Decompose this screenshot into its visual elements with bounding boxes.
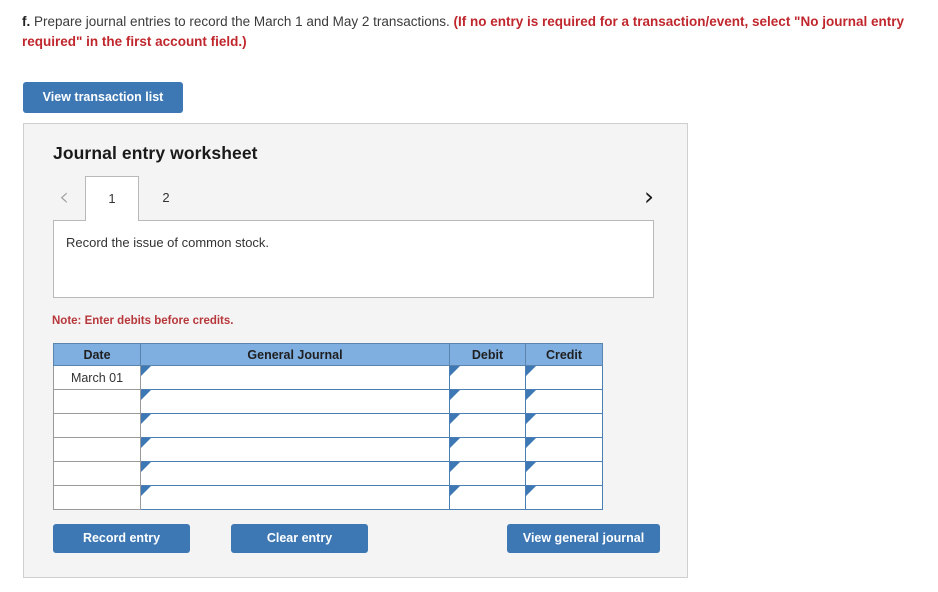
- table-row: [53, 437, 603, 462]
- dropdown-triangle-icon: [141, 390, 151, 400]
- cell-credit-4[interactable]: [525, 461, 603, 486]
- table-header-row: Date General Journal Debit Credit: [53, 343, 603, 366]
- view-transaction-list-button[interactable]: View transaction list: [23, 82, 183, 113]
- dropdown-triangle-icon: [141, 414, 151, 424]
- dropdown-triangle-icon: [141, 486, 151, 496]
- cell-journal-1[interactable]: [140, 389, 450, 414]
- cell-debit-1[interactable]: [449, 389, 526, 414]
- cell-credit-1[interactable]: [525, 389, 603, 414]
- question-prompt: f. Prepare journal entries to record the…: [22, 12, 934, 52]
- dropdown-triangle-icon: [141, 438, 151, 448]
- journal-entry-table: Date General Journal Debit Credit March …: [53, 343, 603, 510]
- cell-date-4[interactable]: [53, 461, 141, 486]
- transaction-description-text: Record the issue of common stock.: [66, 235, 270, 250]
- table-row: [53, 413, 603, 438]
- dropdown-triangle-icon: [526, 390, 536, 400]
- question-letter: f.: [22, 14, 31, 29]
- cell-date-3[interactable]: [53, 437, 141, 462]
- dropdown-triangle-icon: [450, 438, 460, 448]
- cell-debit-5[interactable]: [449, 485, 526, 510]
- dropdown-triangle-icon: [526, 366, 536, 376]
- cell-credit-0[interactable]: [525, 365, 603, 390]
- table-row: March 01: [53, 365, 603, 390]
- cell-debit-2[interactable]: [449, 413, 526, 438]
- dropdown-triangle-icon: [526, 462, 536, 472]
- dropdown-triangle-icon: [450, 486, 460, 496]
- cell-journal-4[interactable]: [140, 461, 450, 486]
- cell-credit-5[interactable]: [525, 485, 603, 510]
- transaction-description-box: Record the issue of common stock.: [53, 220, 654, 298]
- cell-date-1[interactable]: [53, 389, 141, 414]
- dropdown-triangle-icon: [526, 414, 536, 424]
- dropdown-triangle-icon: [450, 390, 460, 400]
- tab-page-2[interactable]: 2: [139, 176, 193, 220]
- dropdown-triangle-icon: [450, 462, 460, 472]
- dropdown-triangle-icon: [526, 438, 536, 448]
- panel-title: Journal entry worksheet: [53, 143, 258, 163]
- header-credit: Credit: [525, 343, 603, 366]
- cell-journal-0[interactable]: [140, 365, 450, 390]
- dropdown-triangle-icon: [450, 366, 460, 376]
- cell-credit-3[interactable]: [525, 437, 603, 462]
- cell-debit-3[interactable]: [449, 437, 526, 462]
- table-row: [53, 461, 603, 486]
- cell-debit-0[interactable]: [449, 365, 526, 390]
- chevron-left-icon[interactable]: ‹: [53, 182, 75, 212]
- cell-journal-3[interactable]: [140, 437, 450, 462]
- cell-date-2[interactable]: [53, 413, 141, 438]
- header-date: Date: [53, 343, 141, 366]
- table-row: [53, 485, 603, 510]
- worksheet-tabstrip: ‹ 1 2 ›: [53, 176, 660, 223]
- debits-before-credits-note: Note: Enter debits before credits.: [52, 315, 234, 327]
- question-black-text: Prepare journal entries to record the Ma…: [30, 14, 454, 29]
- cell-credit-2[interactable]: [525, 413, 603, 438]
- dropdown-triangle-icon: [141, 462, 151, 472]
- cell-date-5[interactable]: [53, 485, 141, 510]
- cell-date-0[interactable]: March 01: [53, 365, 141, 390]
- dropdown-triangle-icon: [526, 486, 536, 496]
- dropdown-triangle-icon: [141, 366, 151, 376]
- clear-entry-button[interactable]: Clear entry: [231, 524, 368, 553]
- journal-entry-worksheet-panel: Journal entry worksheet ‹ 1 2 › Record t…: [23, 123, 688, 578]
- cell-journal-2[interactable]: [140, 413, 450, 438]
- view-general-journal-button[interactable]: View general journal: [507, 524, 660, 553]
- table-row: [53, 389, 603, 414]
- chevron-right-icon[interactable]: ›: [638, 182, 660, 212]
- tab-page-1[interactable]: 1: [85, 176, 139, 221]
- cell-debit-4[interactable]: [449, 461, 526, 486]
- cell-journal-5[interactable]: [140, 485, 450, 510]
- record-entry-button[interactable]: Record entry: [53, 524, 190, 553]
- dropdown-triangle-icon: [450, 414, 460, 424]
- header-debit: Debit: [449, 343, 526, 366]
- header-general-journal: General Journal: [140, 343, 450, 366]
